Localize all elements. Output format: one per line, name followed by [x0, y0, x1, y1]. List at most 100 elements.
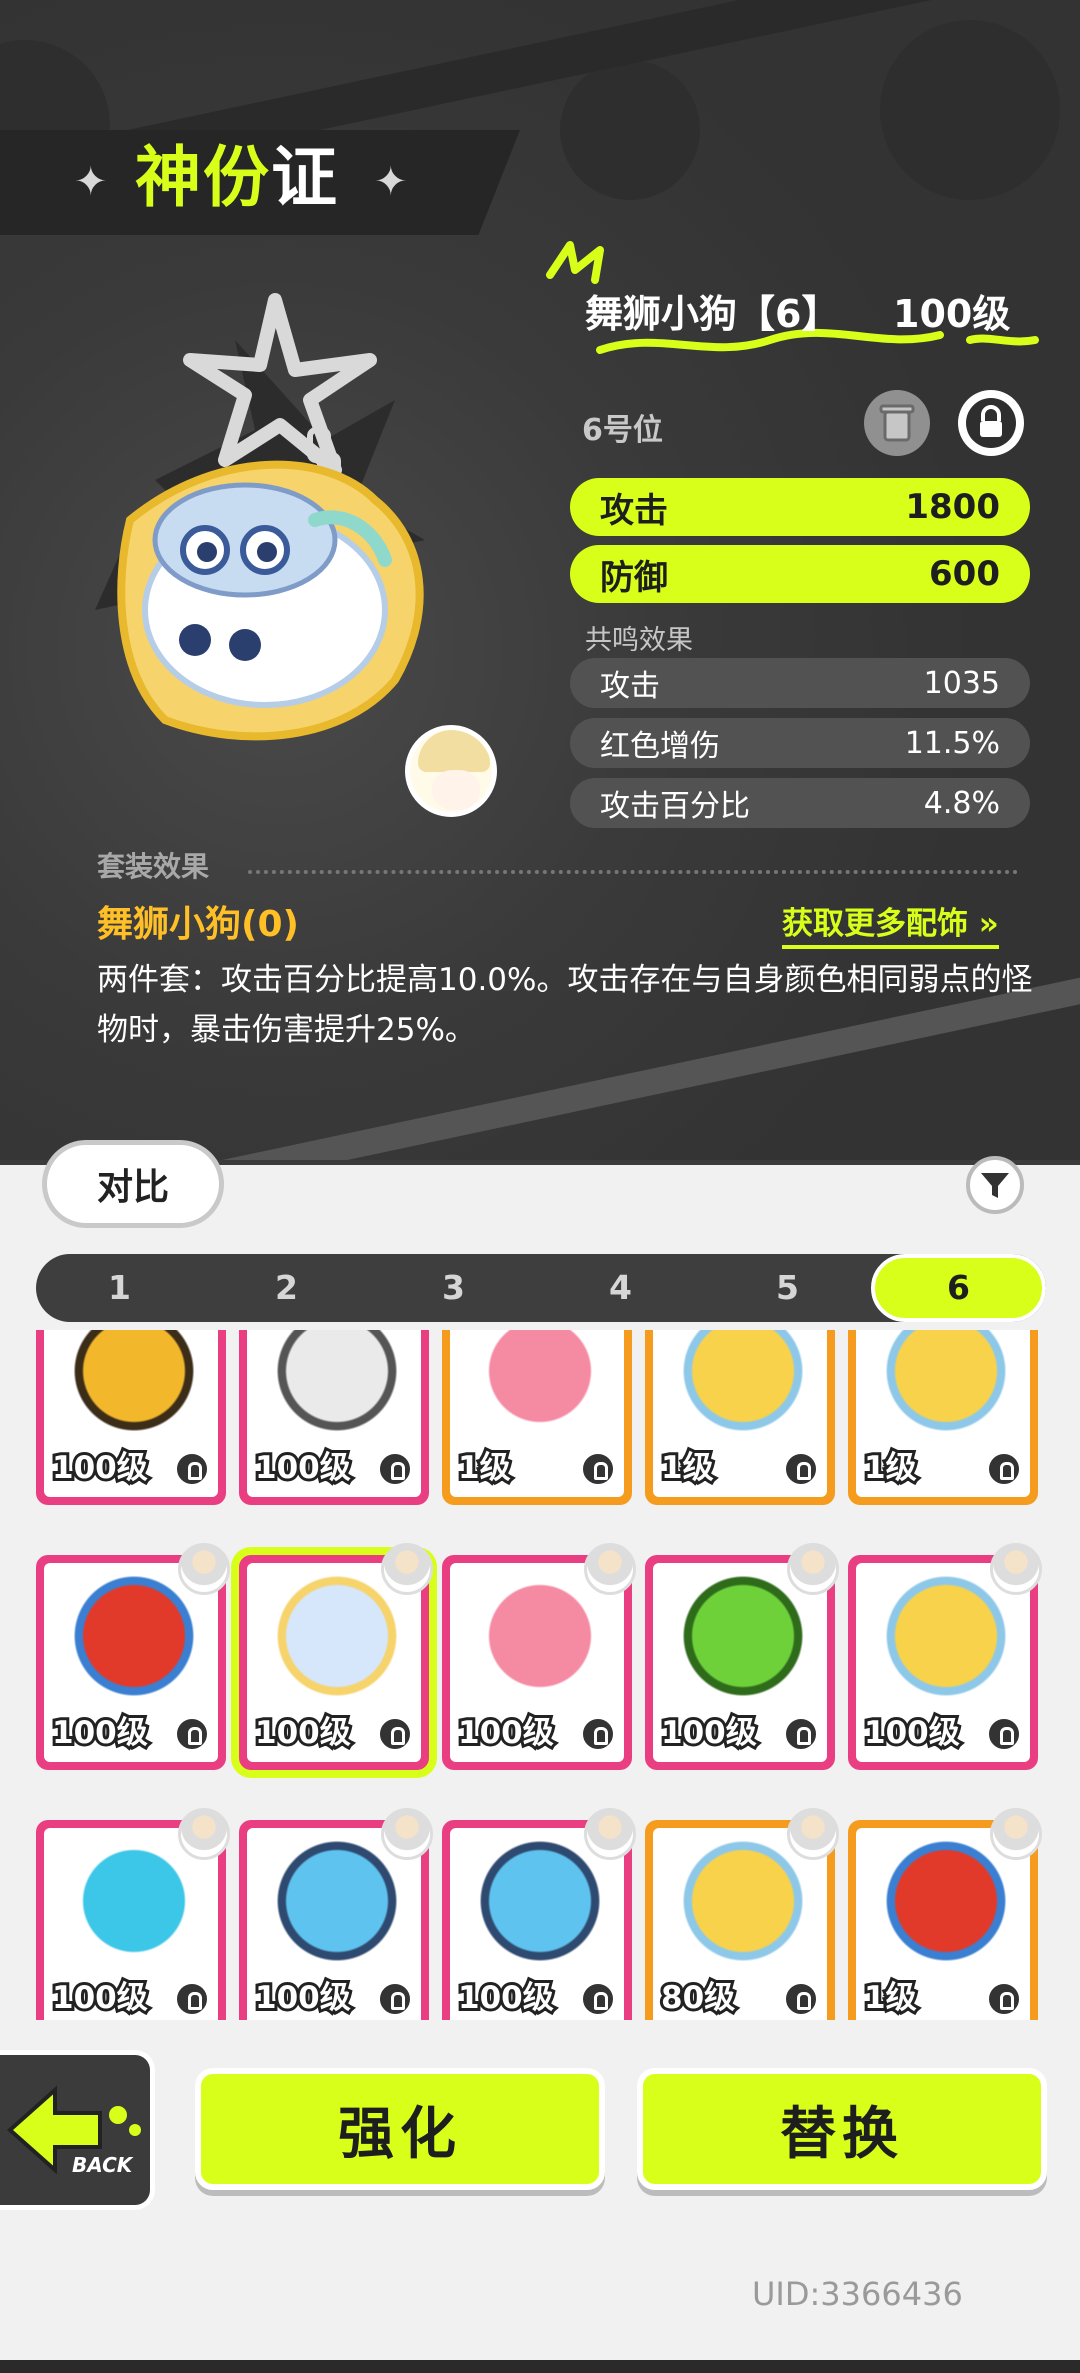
charm-card[interactable]: 1级: [442, 1330, 632, 1505]
charm-name: 舞狮小狗【6】: [585, 292, 840, 336]
charm-card[interactable]: 100级: [36, 1808, 230, 2020]
lock-icon[interactable]: [783, 1716, 819, 1752]
duck-charm-icon: [876, 1838, 1016, 1978]
charm-card[interactable]: 100级: [848, 1543, 1042, 1770]
trash-icon: [879, 404, 915, 442]
set-effect-header: 套装效果: [97, 850, 210, 883]
charm-level: 100级: [658, 1712, 760, 1754]
tab-3[interactable]: 3: [370, 1254, 537, 1322]
stat-label: 攻击: [600, 490, 668, 531]
charm-card[interactable]: 1级: [848, 1330, 1038, 1505]
lock-icon[interactable]: [986, 1981, 1022, 2017]
charm-detail-area: ✦ 神份证 ✦ 舞狮小狗【6】 100级 6号位 攻击 1800 防御 600 …: [0, 0, 1080, 1160]
lock-icon[interactable]: [580, 1716, 616, 1752]
bg-circle: [560, 60, 700, 200]
tab-4[interactable]: 4: [537, 1254, 704, 1322]
fired-note-charm-icon: [267, 1330, 407, 1448]
charm-card[interactable]: 100级: [36, 1330, 226, 1505]
back-button[interactable]: BACK: [0, 2050, 155, 2210]
charm-level: 1级: [658, 1447, 717, 1489]
lock-button[interactable]: [958, 390, 1024, 456]
slot-label: 6号位: [582, 413, 663, 448]
frog-charm-icon: [673, 1573, 813, 1713]
charm-level: 1级: [861, 1447, 920, 1489]
lock-icon[interactable]: [174, 1451, 210, 1487]
lock-icon[interactable]: [580, 1451, 616, 1487]
charm-level: 100级: [49, 1712, 151, 1754]
stat-value: 1035: [923, 665, 1000, 701]
charm-card[interactable]: 100级: [239, 1543, 433, 1770]
lock-icon[interactable]: [986, 1451, 1022, 1487]
duck-charm-icon: [64, 1573, 204, 1713]
lock-icon: [966, 398, 1016, 448]
charm-card[interactable]: 100级: [645, 1543, 839, 1770]
charm-card[interactable]: 100级: [36, 1543, 230, 1770]
resonance-stat: 攻击百分比 4.8%: [570, 778, 1030, 828]
charm-level: 100级: [455, 1977, 557, 2019]
get-more-accessories-link[interactable]: 获取更多配饰 »: [782, 898, 999, 949]
double-chevron-right-icon: »: [978, 906, 999, 942]
lock-icon[interactable]: [377, 1451, 413, 1487]
lock-icon[interactable]: [174, 1981, 210, 2017]
equipped-avatar: [584, 1808, 636, 1860]
divider: [248, 870, 1018, 874]
page-title: 神份证: [135, 139, 339, 216]
equipped-avatar: [787, 1808, 839, 1860]
tab-6[interactable]: 6: [871, 1254, 1046, 1322]
lock-icon[interactable]: [174, 1716, 210, 1752]
charm-card[interactable]: 1级: [848, 1808, 1042, 2020]
lock-icon[interactable]: [377, 1981, 413, 2017]
peach-charm-icon: [470, 1330, 610, 1448]
charm-level: 100级: [49, 1977, 151, 2019]
charm-card-inner: 100级: [450, 1563, 624, 1762]
stat-label: 攻击百分比: [600, 789, 750, 824]
tab-5[interactable]: 5: [704, 1254, 871, 1322]
charm-level: 1级: [861, 1977, 920, 2019]
lock-icon[interactable]: [377, 1716, 413, 1752]
stat-defense: 防御 600: [570, 545, 1030, 603]
charm-card[interactable]: 100级: [442, 1543, 636, 1770]
stat-value: 1800: [905, 487, 1000, 527]
tab-1[interactable]: 1: [36, 1254, 203, 1322]
charm-card[interactable]: 80级: [645, 1808, 839, 2020]
set-description: 两件套：攻击百分比提高10.0%。攻击存在与自身颜色相同弱点的怪物时，暴击伤害提…: [97, 962, 1033, 1048]
charm-card[interactable]: 100级: [239, 1330, 429, 1505]
enhance-button[interactable]: 强化: [195, 2068, 605, 2190]
sparkle-icon: ✦: [74, 159, 108, 205]
charm-card-inner: 1级: [856, 1330, 1030, 1497]
charm-card-inner: 100级: [247, 1563, 421, 1762]
chick-charm-icon: [876, 1573, 1016, 1713]
lock-icon[interactable]: [580, 1981, 616, 2017]
charm-card[interactable]: 100级: [442, 1808, 636, 2020]
paw-charm-icon: [64, 1330, 204, 1448]
compare-button[interactable]: 对比: [42, 1140, 224, 1228]
lion-dog-charm-icon: [267, 1573, 407, 1713]
lock-icon[interactable]: [783, 1981, 819, 2017]
equipped-avatar: [381, 1808, 433, 1860]
stat-label: 红色增伤: [600, 729, 720, 764]
charm-card[interactable]: 100级: [239, 1808, 433, 2020]
stat-label: 攻击: [600, 669, 660, 704]
uid-label: UID:3366436: [752, 2275, 963, 2313]
resonance-stat: 攻击 1035: [570, 658, 1030, 708]
owner-avatar[interactable]: [405, 725, 497, 817]
stat-value: 600: [929, 554, 1000, 594]
filter-button[interactable]: [966, 1156, 1024, 1214]
charm-level: 100级: [49, 1447, 151, 1489]
charm-card-inner: 100级: [44, 1330, 218, 1497]
charm-level: 100级: [252, 1712, 354, 1754]
stat-value: 11.5%: [904, 725, 1000, 761]
charm-card-inner: 1级: [450, 1330, 624, 1497]
peach-charm-icon: [470, 1573, 610, 1713]
lock-icon[interactable]: [986, 1716, 1022, 1752]
charm-card[interactable]: 1级: [645, 1330, 835, 1505]
bg-circle: [880, 20, 1060, 200]
trash-button[interactable]: [864, 390, 930, 456]
stat-value: 4.8%: [923, 785, 1000, 821]
set-name: 舞狮小狗(0): [97, 904, 299, 945]
tab-2[interactable]: 2: [203, 1254, 370, 1322]
charm-card-inner: 100级: [653, 1563, 827, 1762]
lock-icon[interactable]: [783, 1451, 819, 1487]
replace-button[interactable]: 替换: [637, 2068, 1047, 2190]
charm-level: 100级: [893, 292, 1011, 336]
